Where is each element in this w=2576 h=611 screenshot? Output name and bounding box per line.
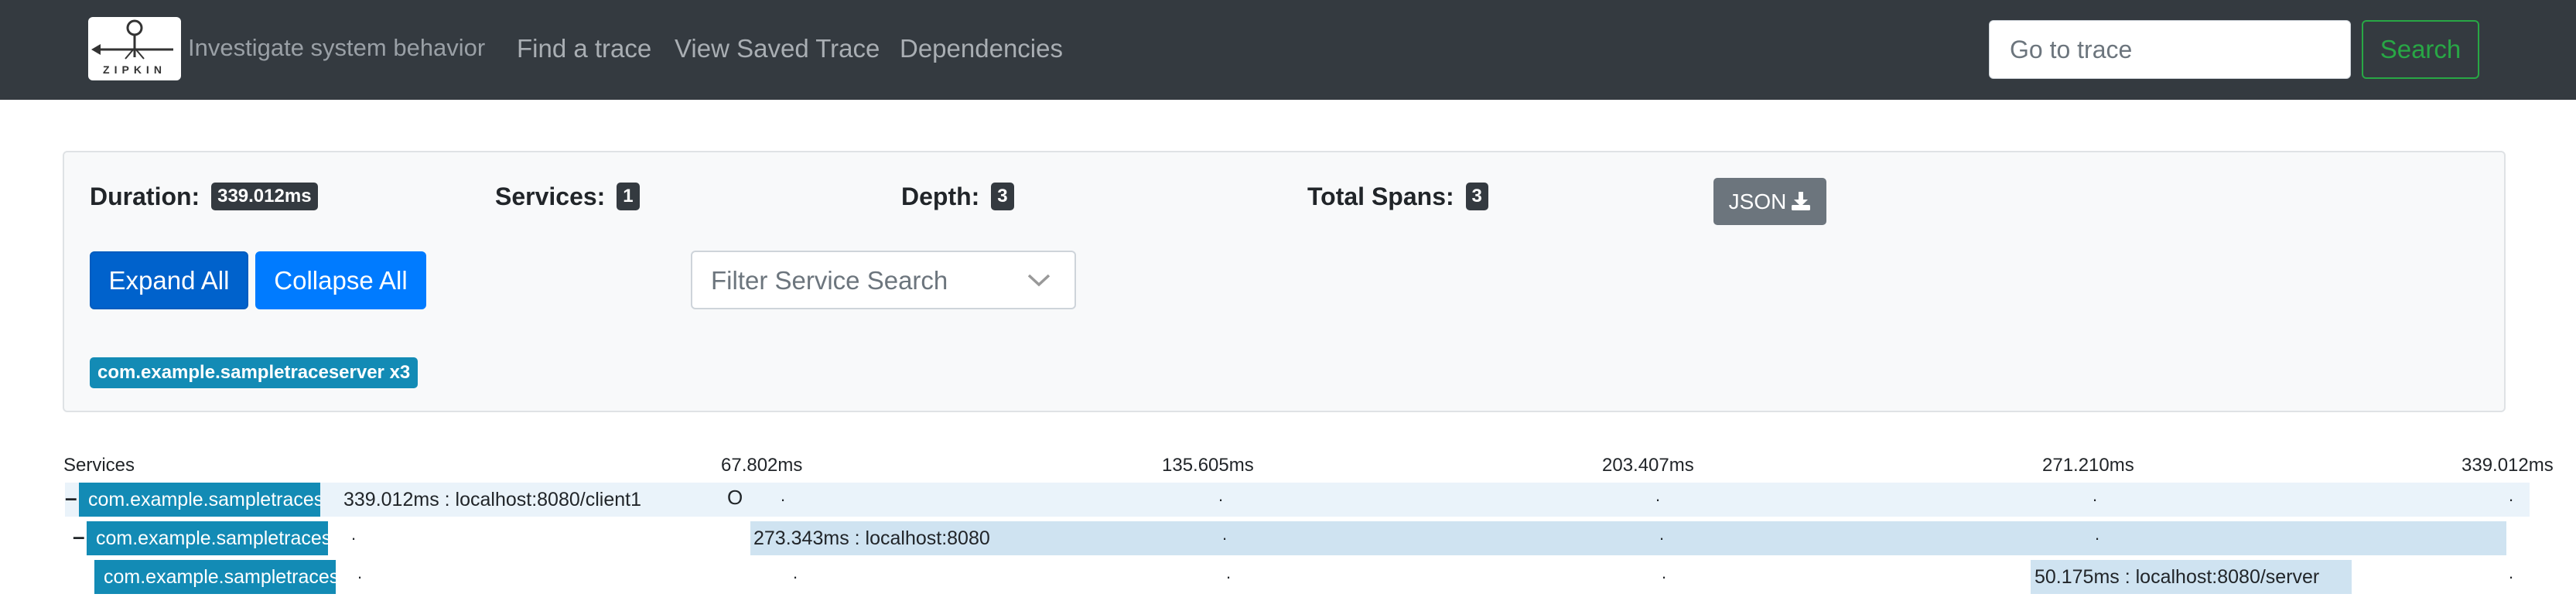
expand-all-button[interactable]: Expand All	[90, 251, 248, 309]
timeline-tick-label: 135.605ms	[1162, 455, 1254, 476]
grid-dot: .	[2509, 486, 2514, 505]
grid-dot: .	[2093, 486, 2098, 505]
download-icon	[1792, 191, 1811, 210]
grid-dot: .	[2095, 524, 2100, 544]
depth-stat: Depth: 3	[901, 183, 1014, 211]
logo-text: ZIPKIN	[103, 63, 166, 76]
grid-dot: .	[1226, 563, 1232, 582]
filter-placeholder: Filter Service Search	[711, 266, 948, 295]
collapse-all-button[interactable]: Collapse All	[255, 251, 426, 309]
zipkin-logo[interactable]: ZIPKIN	[88, 17, 181, 80]
span-annotation-marker[interactable]: O	[727, 486, 743, 510]
grid-dot: .	[1659, 524, 1665, 544]
timeline-tick-label: 67.802ms	[721, 455, 803, 476]
services-badge: 1	[617, 183, 640, 210]
total-spans-stat: Total Spans: 3	[1307, 183, 1488, 211]
json-download-button[interactable]: JSON	[1713, 178, 1826, 225]
services-stat: Services: 1	[495, 183, 640, 211]
span-bar[interactable]	[750, 521, 2506, 555]
span-service-tag[interactable]: com.example.sampletraceserver	[94, 560, 336, 594]
search-button[interactable]: Search	[2362, 20, 2479, 79]
span-service-tag[interactable]: com.example.sampletraceserver	[79, 483, 320, 517]
grid-dot: .	[781, 486, 786, 505]
timeline-tick-label: 339.012ms	[2462, 455, 2554, 476]
grid-dot: .	[351, 524, 357, 544]
span-collapse-toggle[interactable]: –	[65, 486, 77, 510]
grid-dot: .	[2509, 563, 2514, 582]
duration-label: Duration:	[90, 183, 200, 210]
grid-dot: .	[357, 563, 363, 582]
depth-badge: 3	[991, 183, 1014, 210]
services-label: Services:	[495, 183, 606, 210]
duration-stat: Duration: 339.012ms	[90, 183, 318, 211]
grid-dot: .	[1662, 563, 1667, 582]
navbar: ZIPKIN Investigate system behavior Find …	[0, 0, 2576, 100]
grid-dot: .	[1218, 486, 1224, 505]
service-filter-badge[interactable]: com.example.sampletraceserver x3	[90, 357, 419, 388]
span-label: 339.012ms : localhost:8080/client1	[343, 489, 641, 510]
span-collapse-toggle[interactable]: –	[73, 524, 85, 549]
duration-badge: 339.012ms	[211, 183, 318, 210]
total-spans-label: Total Spans:	[1307, 183, 1454, 210]
span-label: 50.175ms : localhost:8080/server	[2034, 566, 2320, 588]
grid-dot: .	[793, 563, 798, 582]
chevron-down-icon	[1027, 274, 1051, 287]
span-label: 273.343ms : localhost:8080	[753, 527, 990, 549]
grid-dot: .	[1222, 524, 1228, 544]
grid-dot: .	[1655, 486, 1661, 505]
timeline-tick-label: 203.407ms	[1602, 455, 1694, 476]
timeline-tick-label: 271.210ms	[2042, 455, 2134, 476]
nav-find-trace[interactable]: Find a trace	[517, 34, 651, 63]
trace-summary-panel	[63, 151, 2506, 412]
goto-trace-input[interactable]	[1989, 20, 2351, 79]
json-label: JSON	[1728, 189, 1787, 213]
nav-dependencies[interactable]: Dependencies	[900, 34, 1063, 63]
depth-label: Depth:	[901, 183, 980, 210]
span-service-tag[interactable]: com.example.sampletraceserver	[87, 521, 328, 555]
timeline-services-header: Services	[63, 455, 135, 476]
tagline: Investigate system behavior	[188, 34, 486, 61]
filter-service-select[interactable]: Filter Service Search	[691, 251, 1076, 309]
nav-view-saved-trace[interactable]: View Saved Trace	[675, 34, 880, 63]
total-spans-badge: 3	[1465, 183, 1488, 210]
